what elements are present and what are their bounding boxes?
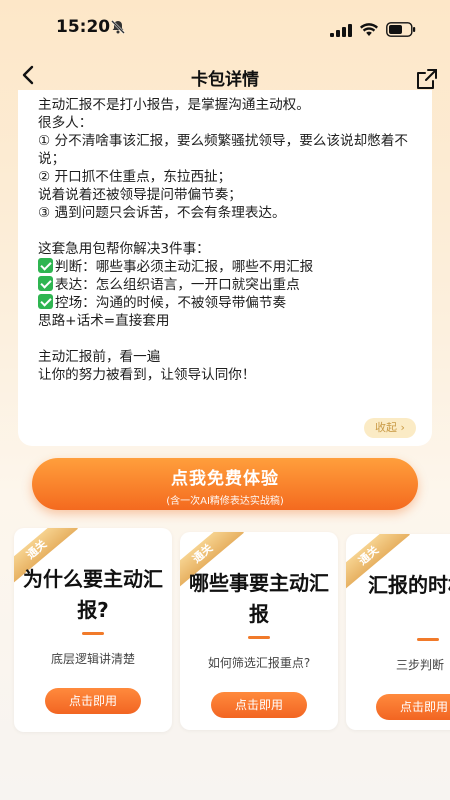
checkmark-icon bbox=[38, 276, 53, 291]
checkmark-icon bbox=[38, 294, 53, 309]
card-title: 汇报的时机选择 bbox=[368, 573, 450, 597]
card-desc: 如何筛选汇报重点? bbox=[207, 656, 311, 670]
description-text: 主动汇报不是打小报告，是掌握沟通主动权。 很多人： ① 分不清啥事该汇报，要么频… bbox=[38, 96, 428, 384]
free-trial-button[interactable]: 点我免费体验 (含一次AI精修表达实战稿) bbox=[32, 458, 418, 510]
use-now-button[interactable]: 点击即用 bbox=[211, 692, 307, 718]
use-now-button[interactable]: 点击即用 bbox=[45, 688, 141, 714]
card-desc: 三步判断 bbox=[396, 658, 445, 672]
description-intro: 主动汇报不是打小报告，是掌握沟通主动权。 很多人： ① 分不清啥事该汇报，要么频… bbox=[38, 97, 408, 257]
wifi-icon bbox=[360, 23, 378, 36]
card-title: 哪些事要主动汇报 bbox=[189, 571, 329, 626]
card-divider bbox=[82, 632, 104, 635]
mute-icon bbox=[111, 20, 125, 34]
description-tail: 思路+话术=直接套用 主动汇报前，看一遍 让你的努力被看到，让领导认同你！ bbox=[38, 313, 256, 383]
description-card: 主动汇报不是打小报告，是掌握沟通主动权。 很多人： ① 分不清啥事该汇报，要么频… bbox=[18, 90, 432, 446]
collapse-button[interactable]: 收起 › bbox=[364, 418, 416, 438]
card-title: 为什么要主动汇报? bbox=[23, 567, 163, 622]
check-item-control: 控场：沟通的时候，不被领导带偏节奏 bbox=[55, 295, 287, 311]
card-desc: 底层逻辑讲清楚 bbox=[50, 652, 135, 666]
card-divider bbox=[417, 638, 439, 641]
status-time: 15:20 bbox=[56, 17, 111, 37]
checkmark-icon bbox=[38, 258, 53, 273]
page-title: 卡包详情 bbox=[191, 70, 259, 90]
status-bar: 15:20 bbox=[0, 0, 450, 56]
topic-card[interactable]: 通关 哪些事要主动汇报 如何筛选汇报重点? 点击即用 bbox=[180, 532, 338, 730]
topic-card[interactable]: 通关 为什么要主动汇报? 底层逻辑讲清楚 点击即用 bbox=[14, 528, 172, 732]
use-now-button[interactable]: 点击即用 bbox=[376, 694, 450, 720]
topic-card[interactable]: 通关 汇报的时机选择 三步判断 点击即用 bbox=[346, 534, 450, 730]
signal-icon bbox=[330, 24, 352, 37]
battery-icon bbox=[386, 22, 416, 37]
share-icon[interactable] bbox=[416, 68, 438, 90]
cta-sub-label: (含一次AI精修表达实战稿) bbox=[166, 496, 284, 507]
cta-main-label: 点我免费体验 bbox=[171, 469, 279, 489]
check-item-express: 表达：怎么组织语言，一开口就突出重点 bbox=[55, 277, 300, 293]
card-divider bbox=[248, 636, 270, 639]
check-item-judge: 判断：哪些事必须主动汇报，哪些不用汇报 bbox=[55, 259, 314, 275]
